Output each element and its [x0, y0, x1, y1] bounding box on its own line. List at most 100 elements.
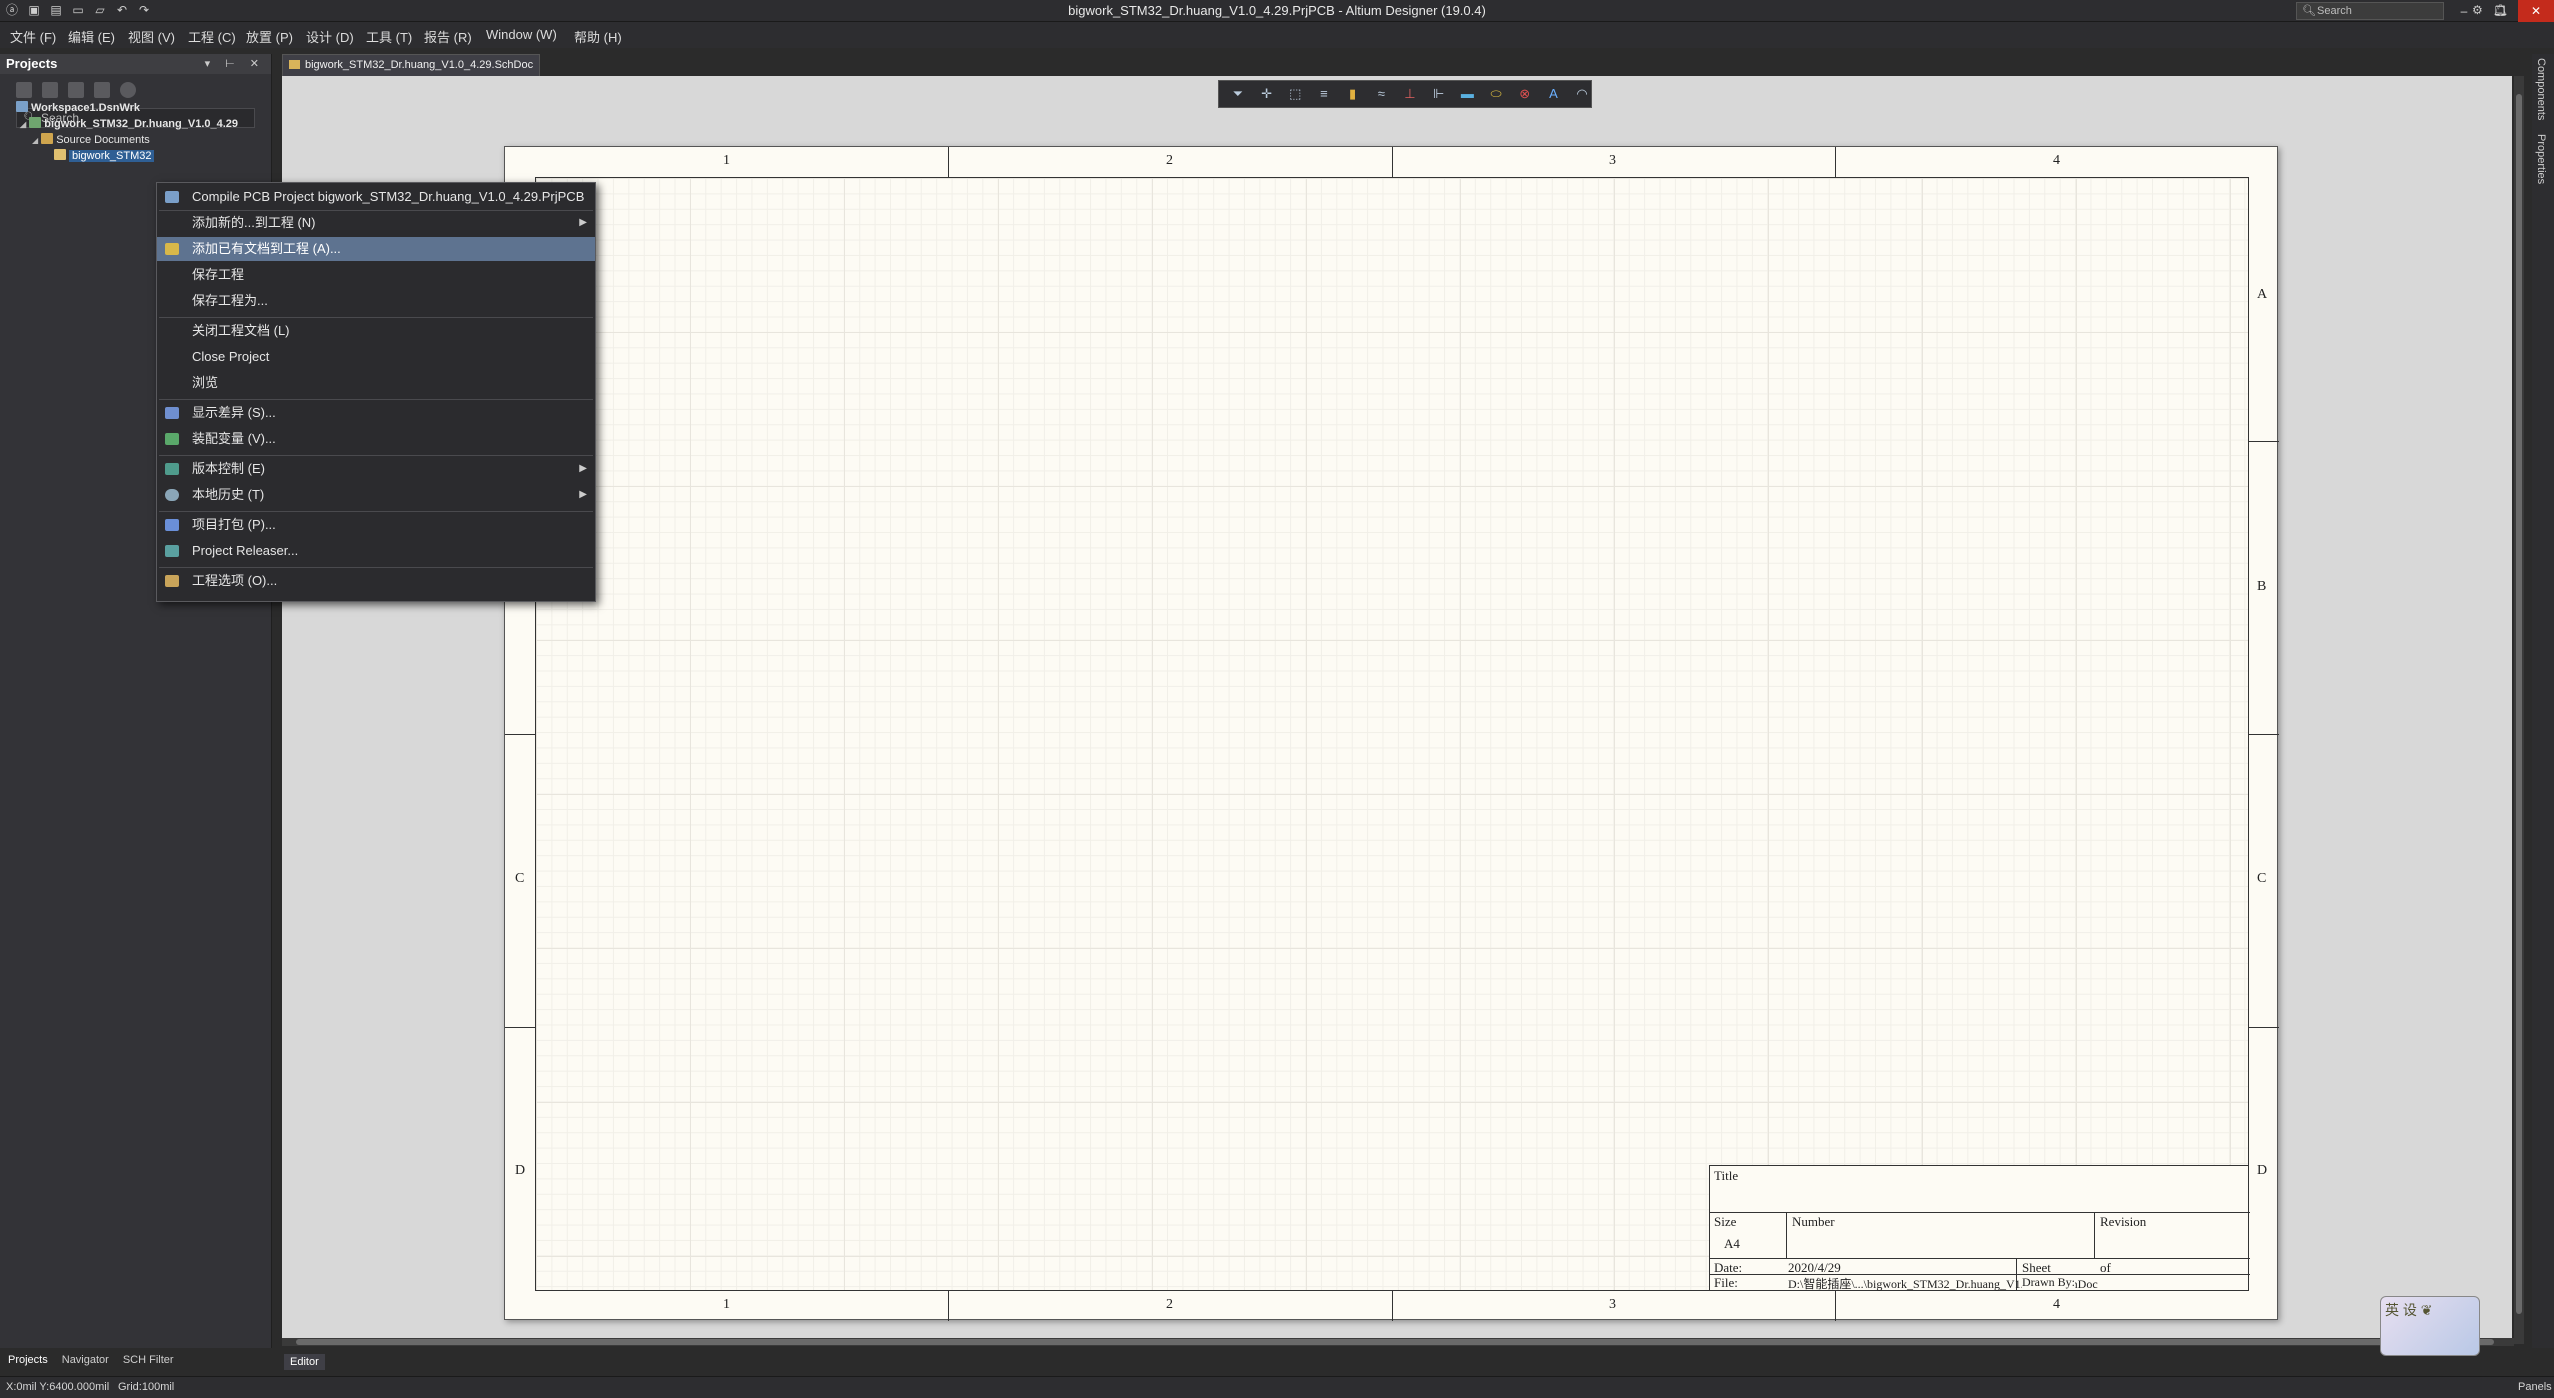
- zone-row-label: D: [2257, 1163, 2268, 1178]
- submenu-arrow-icon: ▶: [579, 463, 587, 474]
- menu-item-compile[interactable]: Compile PCB Project bigwork_STM32_Dr.hua…: [157, 185, 595, 209]
- folder-icon: [41, 133, 54, 144]
- tree-schematic-document[interactable]: bigwork_STM32: [0, 148, 272, 164]
- status-bar: X:0mil Y:6400.000mil Grid:100mil Panels: [0, 1376, 2554, 1398]
- menu-file[interactable]: 文件 (F): [10, 27, 56, 46]
- zone-divider: [948, 147, 949, 177]
- ime-avatar-widget[interactable]: 英 设 ❦: [2380, 1296, 2480, 1356]
- select-rectangle-icon[interactable]: ⬚: [1286, 85, 1304, 103]
- tree-source-documents[interactable]: ◢ Source Documents: [0, 132, 272, 148]
- menu-item-label: 添加新的...到工程 (N): [192, 215, 316, 230]
- menu-item-add-existing[interactable]: 添加已有文档到工程 (A)...: [157, 237, 595, 261]
- pcb-project-icon: [29, 117, 42, 128]
- sheet-drawing-area[interactable]: [535, 177, 2249, 1291]
- schematic-sheet[interactable]: 1 2 3 4 1 2 3 4 A B C D A B C D Title Si…: [504, 146, 2279, 1321]
- part-icon[interactable]: ▮: [1344, 85, 1362, 103]
- text-icon[interactable]: A: [1545, 85, 1563, 103]
- move-icon[interactable]: ✛: [1258, 85, 1276, 103]
- tab-projects[interactable]: Projects: [8, 1354, 48, 1370]
- menu-item-local-history[interactable]: 本地历史 (T) ▶: [157, 483, 595, 507]
- project-context-menu: Compile PCB Project bigwork_STM32_Dr.hua…: [156, 182, 596, 602]
- menu-reports[interactable]: 报告 (R): [424, 27, 472, 46]
- tree-project[interactable]: ◢ bigwork_STM32_Dr.huang_V1.0_4.29: [0, 116, 272, 132]
- active-bar-toolbar: ⏷ ✛ ⬚ ≡ ▮ ≈ ⊥ ⊩ ▬ ⬭ ⊗ A ◠: [1218, 80, 1592, 108]
- menu-item-project-releaser[interactable]: Project Releaser...: [157, 539, 595, 563]
- close-button[interactable]: ✕: [2518, 0, 2554, 22]
- menu-edit[interactable]: 编辑 (E): [68, 27, 115, 46]
- menu-tools[interactable]: 工具 (T): [366, 27, 412, 46]
- sheet-symbol-icon[interactable]: ▬: [1459, 85, 1477, 103]
- panels-button[interactable]: Panels: [2518, 1381, 2552, 1393]
- save-project-icon[interactable]: [16, 82, 32, 98]
- project-folder-icon[interactable]: [94, 82, 110, 98]
- directive-icon[interactable]: ⊗: [1516, 85, 1534, 103]
- dock-tab-properties[interactable]: Properties: [2535, 134, 2547, 184]
- vertical-scrollbar[interactable]: [2514, 76, 2524, 1344]
- arc-icon[interactable]: ◠: [1573, 85, 1591, 103]
- open-project-icon[interactable]: [68, 82, 84, 98]
- wire-icon[interactable]: ≈: [1372, 85, 1390, 103]
- menu-item-version-control[interactable]: 版本控制 (E) ▶: [157, 457, 595, 481]
- zone-col-label: 2: [1166, 153, 1173, 168]
- cursor-coordinates: X:0mil Y:6400.000mil: [6, 1381, 110, 1393]
- menu-item-variants[interactable]: 装配变量 (V)...: [157, 427, 595, 451]
- minimize-button[interactable]: –: [2446, 0, 2482, 22]
- power-port-icon[interactable]: ⊥: [1401, 85, 1419, 103]
- zone-col-label: 3: [1609, 153, 1616, 168]
- menu-item-label: 添加已有文档到工程 (A)...: [192, 241, 341, 256]
- document-tab-strip: bigwork_STM32_Dr.huang_V1.0_4.29.SchDoc: [280, 54, 2514, 76]
- menu-item-close-documents[interactable]: 关闭工程文档 (L): [157, 319, 595, 343]
- menu-item-show-differences[interactable]: 显示差异 (S)...: [157, 401, 595, 425]
- filter-icon[interactable]: ⏷: [1229, 85, 1247, 103]
- menu-view[interactable]: 视图 (V): [128, 27, 175, 46]
- tab-editor[interactable]: Editor: [284, 1354, 325, 1370]
- horizontal-scroll-thumb[interactable]: [296, 1339, 2494, 1345]
- zone-row-label: C: [2257, 871, 2267, 886]
- schematic-file-icon: [54, 149, 66, 160]
- compile-icon: [165, 191, 179, 203]
- menu-separator: [159, 317, 593, 318]
- menu-item-label: 保存工程: [192, 267, 245, 282]
- menu-item-close-project[interactable]: Close Project: [157, 345, 595, 369]
- tab-sch-filter[interactable]: SCH Filter: [123, 1354, 174, 1370]
- tree-workspace[interactable]: Workspace1.DsnWrk: [0, 100, 272, 116]
- port-icon[interactable]: ⬭: [1487, 85, 1505, 103]
- panel-settings-icon[interactable]: [120, 82, 136, 98]
- panel-controls[interactable]: ▾ ⊢ ✕: [205, 54, 265, 74]
- menu-item-project-options[interactable]: 工程选项 (O)...: [157, 569, 595, 593]
- tab-navigator[interactable]: Navigator: [62, 1354, 109, 1370]
- documents-icon[interactable]: [42, 82, 58, 98]
- menu-help[interactable]: 帮助 (H): [574, 27, 622, 46]
- global-search-input[interactable]: 🔍︎ Search: [2296, 2, 2444, 20]
- menu-item-label: 关闭工程文档 (L): [192, 323, 290, 338]
- menu-place[interactable]: 放置 (P): [246, 27, 293, 46]
- bus-icon[interactable]: ⊩: [1430, 85, 1448, 103]
- zone-divider: [1835, 147, 1836, 177]
- menu-item-save-project-as[interactable]: 保存工程为...: [157, 289, 595, 313]
- panel-tabs: Projects Navigator SCH Filter: [0, 1354, 272, 1370]
- menu-design[interactable]: 设计 (D): [306, 27, 354, 46]
- title-bar: ⓐ ▣ ▤ ▭ ▱ ↶ ↷ bigwork_STM32_Dr.huang_V1.…: [0, 0, 2554, 22]
- title-label: Title: [1714, 1168, 1739, 1183]
- align-icon[interactable]: ≡: [1315, 85, 1333, 103]
- horizontal-scrollbar[interactable]: [282, 1338, 2514, 1346]
- menu-item-label: 本地历史 (T): [192, 487, 265, 502]
- right-dock: Components Properties: [2532, 54, 2554, 1348]
- menu-item-project-packager[interactable]: 项目打包 (P)...: [157, 513, 595, 537]
- menu-item-explore[interactable]: 浏览: [157, 371, 595, 395]
- tree-project-label: bigwork_STM32_Dr.huang_V1.0_4.29: [44, 118, 239, 130]
- menu-window[interactable]: Window (W): [486, 27, 557, 42]
- tab-schematic-document[interactable]: bigwork_STM32_Dr.huang_V1.0_4.29.SchDoc: [282, 54, 541, 76]
- menu-item-add-new[interactable]: 添加新的...到工程 (N) ▶: [157, 211, 595, 235]
- menu-item-save-project[interactable]: 保存工程: [157, 263, 595, 287]
- collapse-arrow-icon[interactable]: ◢: [32, 136, 38, 145]
- dock-tab-components[interactable]: Components: [2535, 58, 2547, 120]
- menu-project[interactable]: 工程 (C): [188, 27, 236, 46]
- restore-button[interactable]: ❐: [2482, 0, 2518, 22]
- menu-item-label: 项目打包 (P)...: [192, 517, 276, 532]
- history-icon: [165, 489, 179, 501]
- collapse-arrow-icon[interactable]: ◢: [20, 120, 26, 129]
- vertical-scroll-thumb[interactable]: [2516, 94, 2522, 1314]
- zone-row-label: D: [515, 1163, 526, 1178]
- menu-item-label: Compile PCB Project bigwork_STM32_Dr.hua…: [192, 189, 585, 204]
